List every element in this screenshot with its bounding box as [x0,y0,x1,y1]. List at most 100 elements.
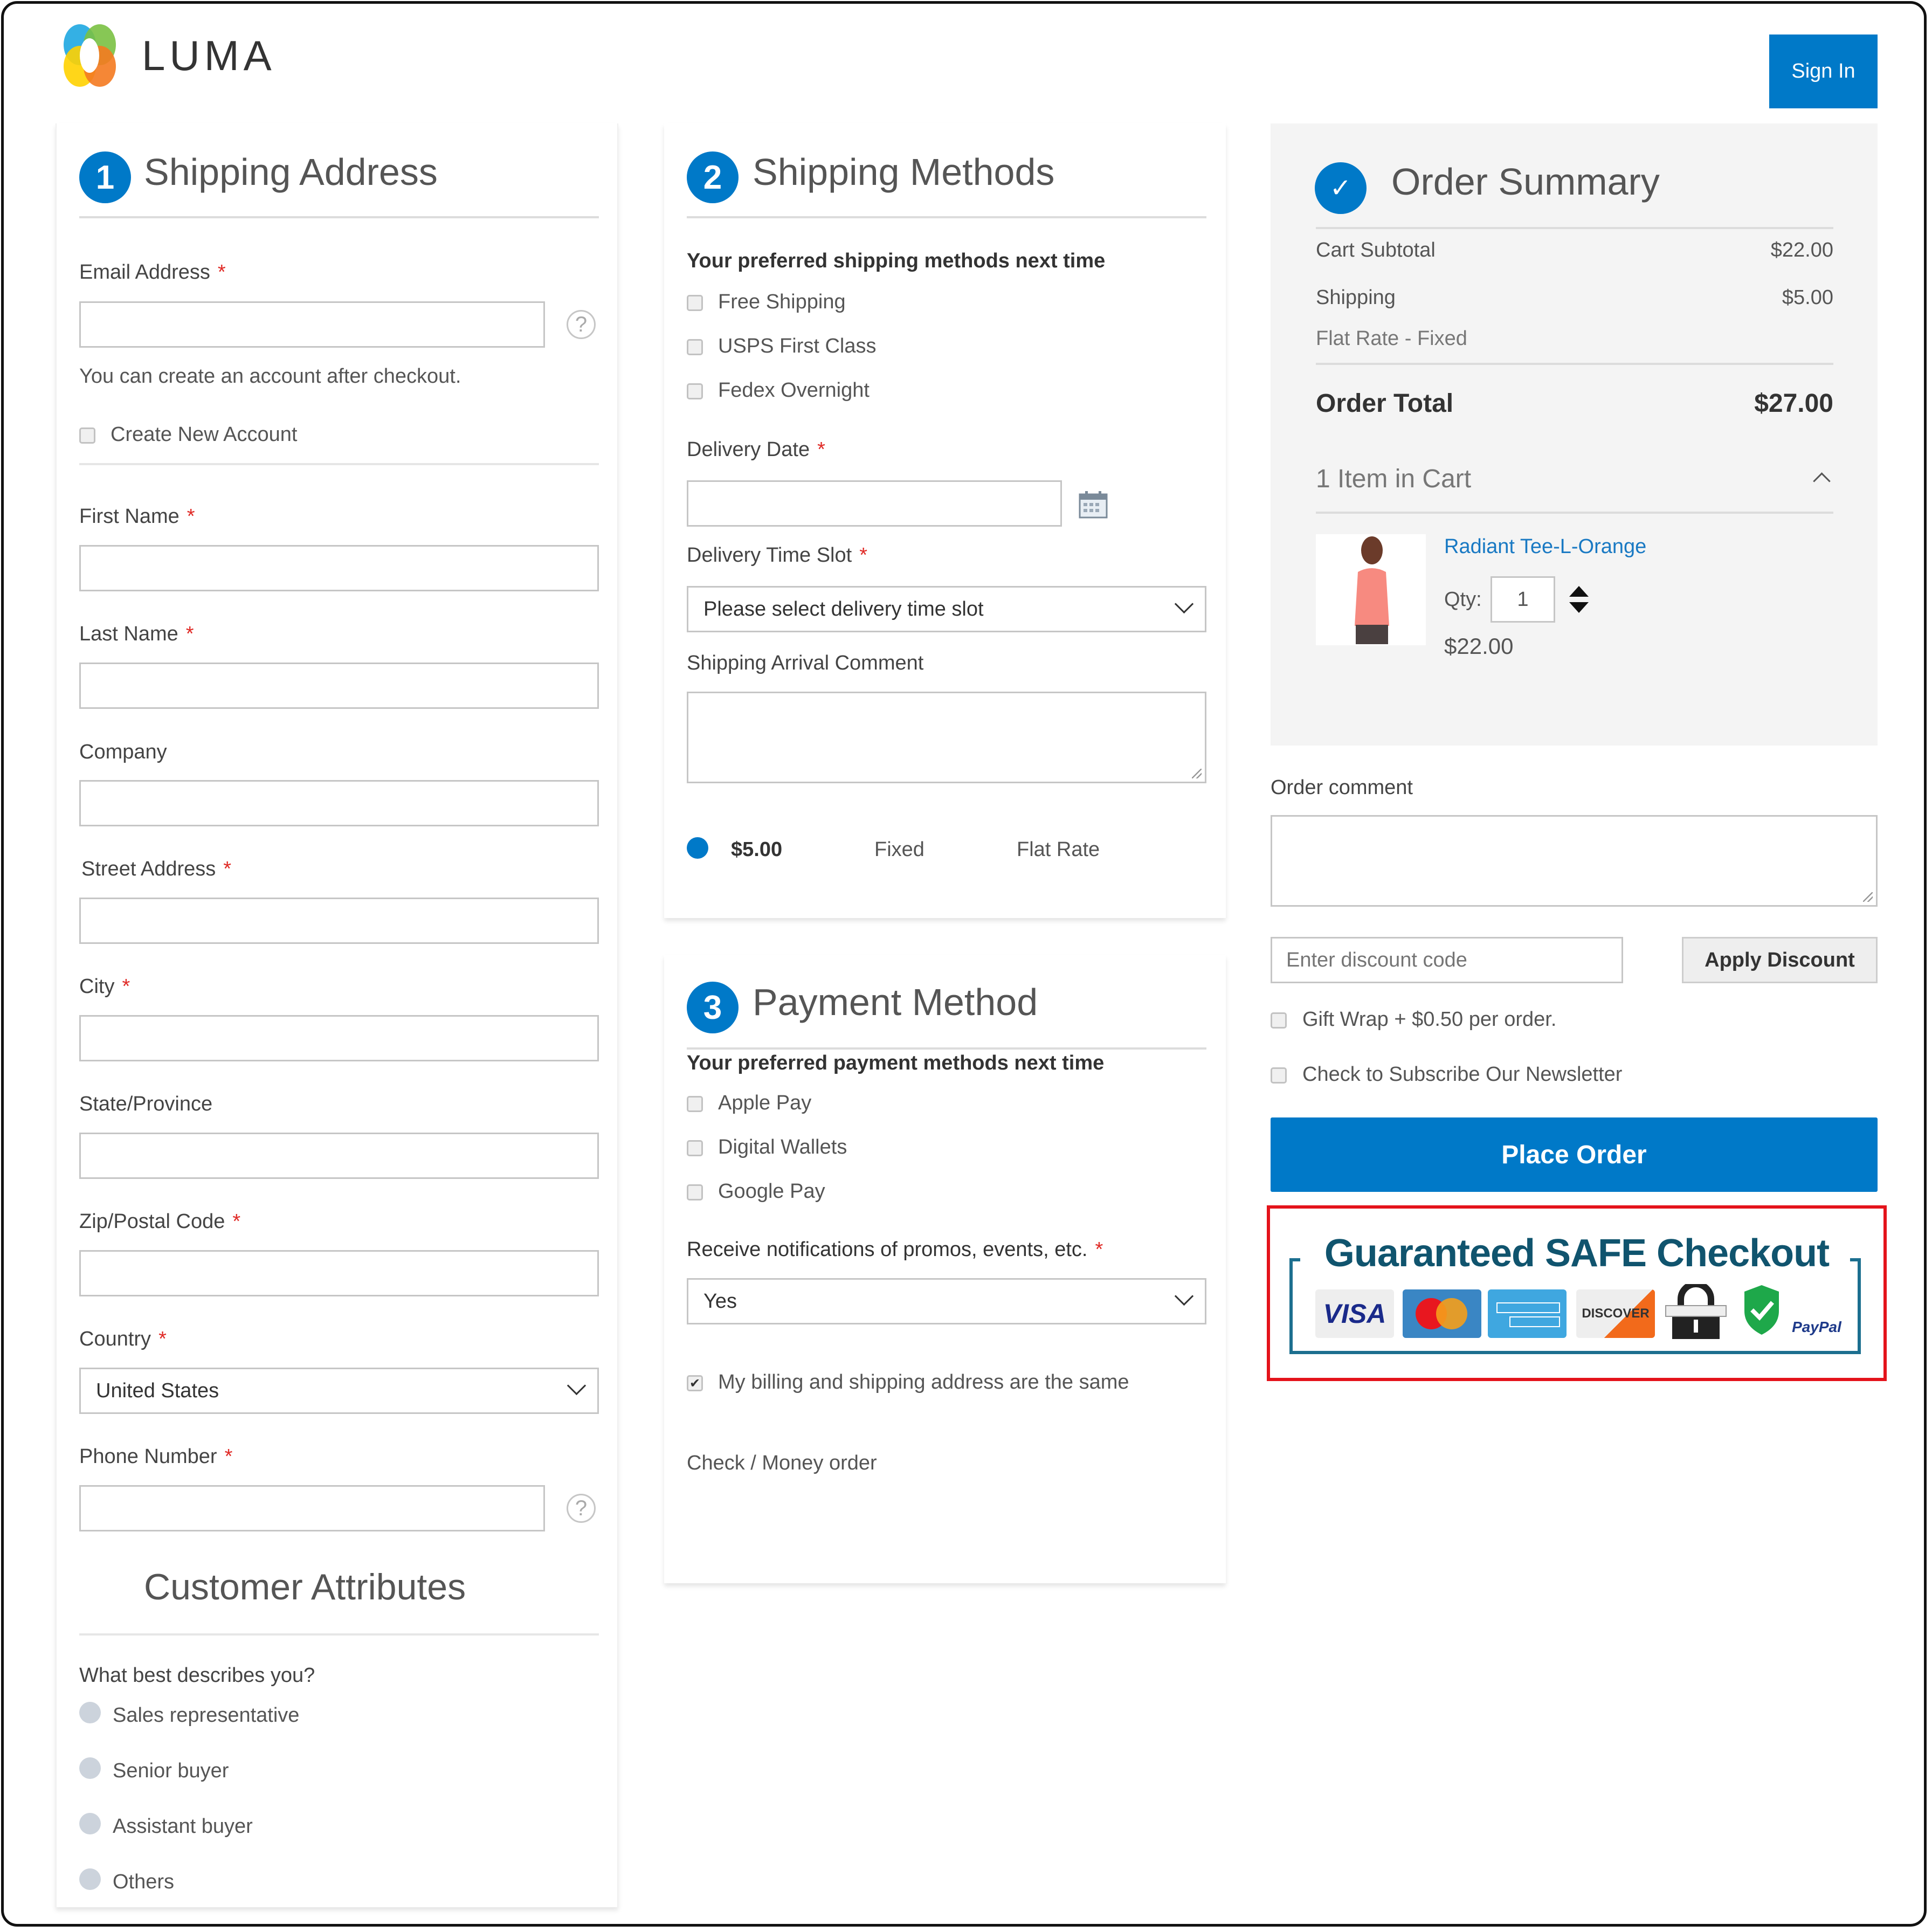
phone-label: Phone Number * [79,1445,233,1468]
paypal-icon: PayPal [1792,1319,1841,1335]
product-thumbnail[interactable] [1316,534,1426,645]
create-account-checkbox[interactable] [79,427,95,444]
street-address-label: Street Address * [81,858,232,880]
apple-pay-checkbox[interactable] [687,1096,703,1112]
email-note: You can create an account after checkout… [79,365,461,388]
delivery-date-label: Delivery Date * [687,438,825,461]
items-in-cart-toggle[interactable]: 1 Item in Cart [1316,464,1471,494]
billing-same-checkbox[interactable]: ✔ [687,1375,703,1391]
order-total-label: Order Total [1316,389,1454,418]
checkbox-label: Fedex Overnight [718,379,870,402]
shipping-address-title: Shipping Address [144,151,438,193]
attribute-question: What best describes you? [79,1664,315,1687]
first-name-label: First Name * [79,505,195,528]
brand-name: LUMA [142,32,276,79]
phone-help-icon[interactable]: ? [567,1494,596,1523]
radio-assistant-buyer[interactable] [79,1813,101,1834]
order-summary-title: Order Summary [1391,161,1660,203]
apply-discount-button[interactable]: Apply Discount [1682,937,1878,983]
discount-code-input[interactable] [1271,937,1623,983]
calendar-icon[interactable] [1078,490,1108,519]
shipping-methods-panel: 2 Shipping Methods Your preferred shippi… [664,123,1226,918]
zip-field[interactable] [79,1250,599,1296]
arrival-comment-textarea[interactable] [687,692,1206,783]
company-field[interactable] [79,780,599,826]
qty-decrement-icon[interactable] [1569,602,1589,613]
delivery-slot-label: Delivery Time Slot * [687,544,867,567]
subtotal-value: $22.00 [1770,239,1833,261]
create-account-label: Create New Account [111,423,298,446]
radio-senior-buyer[interactable] [79,1757,101,1779]
radio-label: Assistant buyer [113,1815,253,1838]
resize-grip-icon[interactable] [1863,892,1873,902]
company-label: Company [79,741,167,763]
flat-rate-radio[interactable] [687,837,708,859]
radio-others[interactable] [79,1868,101,1890]
shipping-label: Shipping [1316,286,1396,309]
chevron-up-icon[interactable] [1813,472,1831,490]
free-shipping-checkbox[interactable] [687,295,703,311]
rate-price: $5.00 [731,838,783,861]
street-address-field[interactable] [79,898,599,944]
first-name-field[interactable] [79,545,599,591]
divider [1316,363,1833,365]
checkbox-label: Google Pay [718,1180,825,1203]
shipping-address-panel: 1 Shipping Address Email Address * ? You … [56,123,618,1907]
newsletter-checkbox[interactable] [1271,1067,1287,1084]
rate-carrier: Flat Rate [1017,838,1100,861]
divider [79,463,599,465]
city-field[interactable] [79,1015,599,1061]
notifications-label: Receive notifications of promos, events,… [687,1238,1103,1261]
billing-same-label: My billing and shipping address are the … [718,1371,1129,1393]
checkbox-label: USPS First Class [718,335,877,357]
chevron-down-icon [1174,1286,1194,1306]
delivery-slot-select[interactable]: Please select delivery time slot [687,586,1206,632]
payment-method-title: Payment Method [753,981,1038,1023]
delivery-date-field[interactable] [687,480,1062,527]
shipping-methods-title: Shipping Methods [753,151,1055,193]
usps-checkbox[interactable] [687,339,703,355]
zip-label: Zip/Postal Code * [79,1210,241,1233]
mastercard-icon [1403,1289,1481,1338]
checkbox-label: Digital Wallets [718,1136,847,1158]
country-select[interactable]: United States [79,1368,599,1414]
radio-sales-representative[interactable] [79,1702,101,1723]
verified-shield-icon [1744,1285,1779,1335]
amex-icon [1488,1289,1567,1338]
email-field[interactable] [79,301,545,348]
luma-logo-icon[interactable] [56,22,123,89]
last-name-label: Last Name * [79,623,194,645]
city-label: City * [79,975,130,998]
gift-wrap-checkbox[interactable] [1271,1012,1287,1029]
gift-wrap-label: Gift Wrap + $0.50 per order. [1302,1008,1557,1031]
qty-increment-icon[interactable] [1569,586,1589,597]
delivery-slot-value: Please select delivery time slot [703,597,984,620]
digital-wallets-checkbox[interactable] [687,1140,703,1156]
product-name-link[interactable]: Radiant Tee-L-Orange [1444,535,1646,558]
arrival-comment-label: Shipping Arrival Comment [687,652,924,674]
order-comment-textarea[interactable] [1271,815,1878,907]
sign-in-button[interactable]: Sign In [1769,34,1878,108]
radio-label: Senior buyer [113,1760,229,1782]
shipping-detail: Flat Rate - Fixed [1316,327,1467,350]
preferred-payment-heading: Your preferred payment methods next time [687,1052,1105,1074]
payment-method-name[interactable]: Check / Money order [687,1452,877,1475]
country-label: Country * [79,1328,167,1350]
discover-icon: DISCOVER [1576,1289,1655,1338]
email-help-icon[interactable]: ? [567,310,596,339]
chevron-down-icon [1174,594,1194,614]
google-pay-checkbox[interactable] [687,1184,703,1200]
fedex-checkbox[interactable] [687,383,703,399]
badge-title: Guaranteed SAFE Checkout [1324,1232,1830,1275]
qty-input[interactable] [1491,576,1555,623]
divider [1316,227,1833,229]
divider [79,216,599,218]
place-order-button[interactable]: Place Order [1271,1117,1878,1192]
last-name-field[interactable] [79,663,599,709]
state-field[interactable] [79,1133,599,1179]
notifications-select[interactable]: Yes [687,1278,1206,1324]
resize-grip-icon[interactable] [1192,769,1202,778]
rate-method: Fixed [874,838,924,861]
phone-field[interactable] [79,1485,545,1531]
divider [1316,512,1833,514]
